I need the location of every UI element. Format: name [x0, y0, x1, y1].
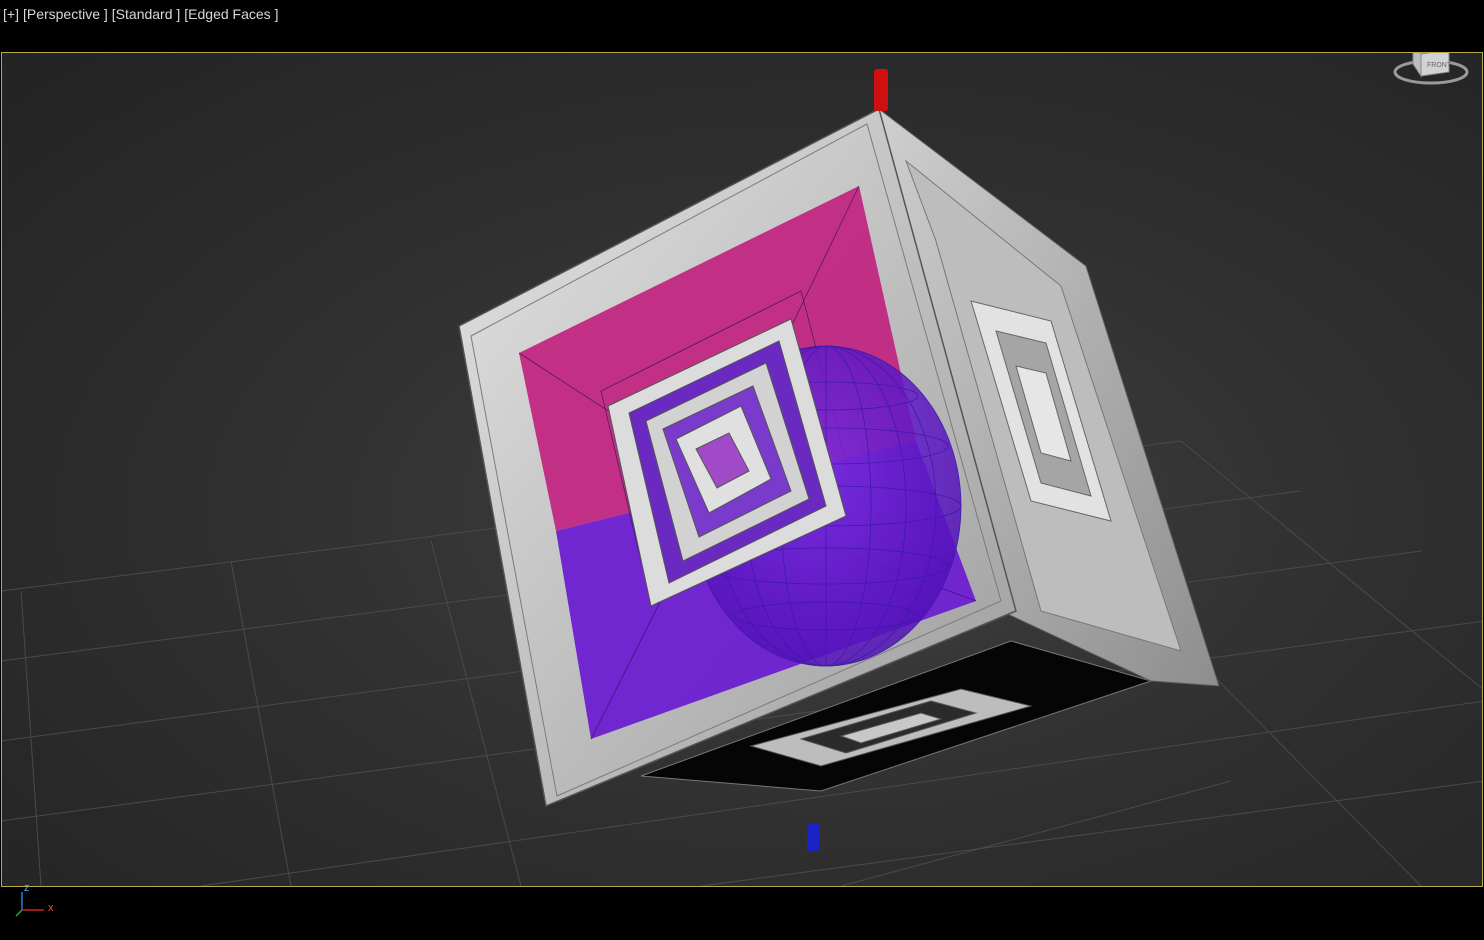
axis-tripod: z x — [14, 880, 64, 920]
viewport-display-menu[interactable]: [Edged Faces ] — [184, 6, 278, 22]
viewport-footer — [0, 887, 1484, 940]
viewport-plus-menu[interactable]: [+] — [3, 6, 19, 22]
axis-x-label: x — [48, 902, 54, 914]
viewcube: FRONT — [1393, 53, 1469, 85]
viewport-shading-menu[interactable]: [Standard ] — [112, 6, 181, 22]
perspective-viewport[interactable]: FRONT — [1, 52, 1483, 887]
gizmo-blue-handle — [807, 823, 819, 851]
viewport-view-menu[interactable]: [Perspective ] — [23, 6, 108, 22]
viewport-label-menu: [+] [Perspective ] [Standard ] [Edged Fa… — [3, 6, 278, 22]
viewcube-front-label: FRONT — [1427, 62, 1452, 69]
axis-z-label: z — [24, 882, 30, 894]
gizmo-red-handle — [874, 69, 888, 111]
scene-render: FRONT — [2, 53, 1482, 886]
viewport-header: [+] [Perspective ] [Standard ] [Edged Fa… — [0, 0, 1484, 52]
